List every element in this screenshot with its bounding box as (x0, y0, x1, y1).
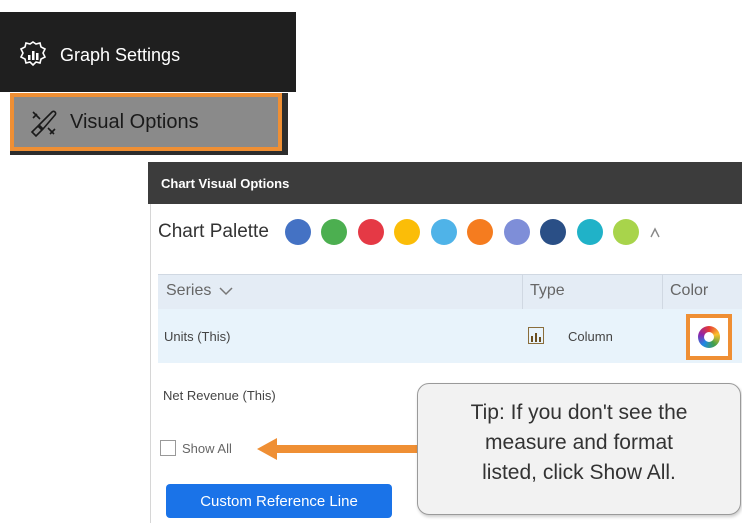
graph-settings-icon (19, 41, 47, 67)
show-all-label: Show All (182, 440, 232, 456)
panel-title-text: Chart Visual Options (161, 175, 290, 191)
series-type[interactable]: Column (568, 329, 613, 344)
color-column-header: Color (670, 282, 709, 299)
table-row[interactable]: Units (This) Column (158, 309, 742, 363)
palette-swatches (284, 219, 660, 245)
tip-callout: Tip: If you don't see the measure and fo… (417, 383, 741, 515)
palette-swatch[interactable] (503, 219, 530, 245)
color-wheel-icon (698, 326, 720, 348)
custom-reference-line-label: Custom Reference Line (200, 492, 358, 510)
series-column-header[interactable]: Series (166, 282, 233, 300)
callout-arrow (257, 438, 417, 460)
column-chart-icon[interactable] (528, 327, 544, 344)
palette-swatch[interactable] (540, 219, 567, 245)
column-divider (522, 275, 523, 309)
table-row[interactable]: Net Revenue (This) (163, 388, 276, 403)
visual-options-label: Visual Options (70, 110, 199, 133)
palette-swatch[interactable] (467, 219, 494, 245)
series-name: Units (This) (164, 329, 231, 344)
color-picker-button[interactable] (686, 314, 732, 360)
custom-reference-line-button[interactable]: Custom Reference Line (166, 484, 392, 518)
column-divider (662, 275, 663, 309)
palette-swatch[interactable] (430, 219, 457, 245)
palette-swatch[interactable] (394, 219, 421, 245)
visual-options-menu-item[interactable]: Visual Options (10, 93, 282, 151)
graph-settings-label: Graph Settings (60, 44, 181, 65)
graph-settings-menu-item[interactable]: Graph Settings (18, 40, 180, 70)
palette-swatch[interactable] (284, 219, 311, 245)
series-header-label: Series (166, 282, 212, 299)
screenshot: Graph Settings Visual Options Chart Visu… (0, 0, 742, 523)
show-all-option[interactable]: Show All (160, 440, 232, 456)
type-column-header: Type (530, 282, 565, 299)
chart-palette-row: Chart Palette (158, 212, 660, 252)
palette-swatch[interactable] (357, 219, 384, 245)
chart-palette-label: Chart Palette (158, 221, 269, 242)
series-table-header: Series Type Color (158, 274, 742, 310)
palette-more-icon[interactable] (650, 219, 660, 245)
palette-swatch[interactable] (321, 219, 348, 245)
palette-swatch[interactable] (576, 219, 603, 245)
palette-swatch[interactable] (613, 219, 640, 245)
panel-title: Chart Visual Options (148, 162, 742, 204)
chevron-down-icon (219, 287, 233, 296)
show-all-checkbox[interactable] (160, 440, 176, 456)
series-name: Net Revenue (This) (163, 388, 276, 403)
paint-palette-icon (30, 110, 57, 138)
